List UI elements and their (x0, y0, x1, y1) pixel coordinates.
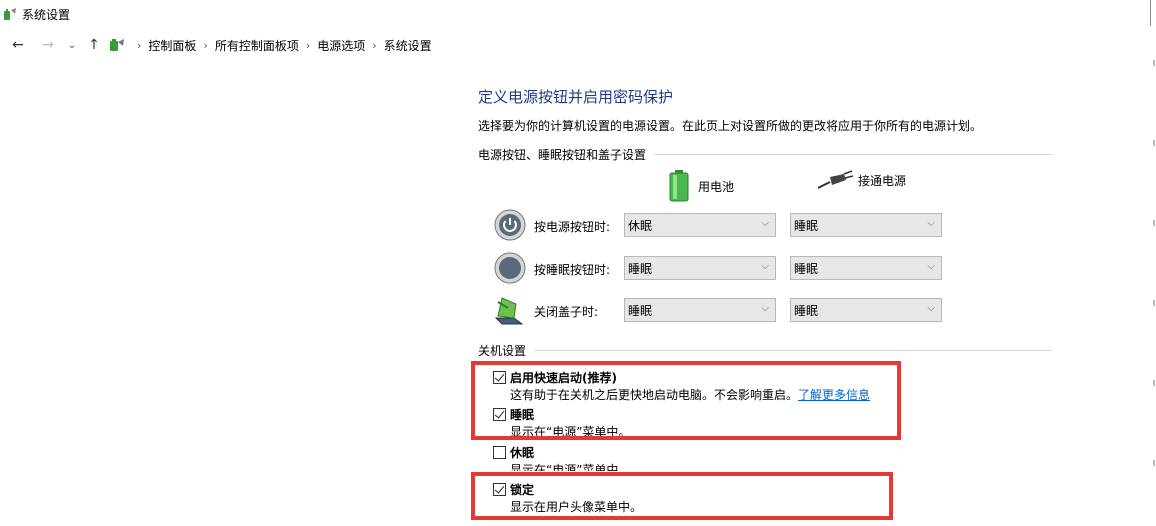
hibernate-label: 休眠 (510, 446, 535, 460)
sleep-button-plugged-value: 睡眠 (794, 261, 819, 276)
breadcrumb-system-settings[interactable]: 系统设置 (384, 37, 432, 54)
hibernate-checkbox[interactable] (493, 446, 506, 459)
scrollbar-track[interactable] (1152, 60, 1156, 526)
window-title: 系统设置 (22, 7, 71, 22)
lid-close-label: 关闭盖子时: (534, 305, 599, 319)
control-panel-icon (110, 39, 124, 51)
main-content: 定义电源按钮并启用密码保护 选择要为你的计算机设置的电源设置。在此页上对设置所做… (478, 60, 1078, 526)
power-button-battery-select[interactable]: 休眠 ⌵ (624, 213, 776, 237)
address-bar: ← → ⌄ ↑ › 控制面板 › 所有控制面板项 › 电源选项 › 系统设置 (0, 30, 1156, 60)
breadcrumb-separator: › (372, 38, 377, 52)
power-button-battery-value: 休眠 (628, 218, 653, 233)
buttons-group-title: 电源按钮、睡眠按钮和盖子设置 (478, 148, 647, 162)
breadcrumb-power-options[interactable]: 电源选项 (317, 37, 365, 54)
shutdown-group-title: 关机设置 (478, 344, 527, 358)
up-button[interactable]: ↑ (84, 35, 104, 55)
breadcrumb-separator: › (137, 38, 142, 52)
breadcrumb-control-panel[interactable]: 控制面板 (148, 37, 196, 54)
chevron-down-icon: ⌵ (927, 261, 935, 272)
lid-close-battery-select[interactable]: 睡眠 ⌵ (624, 298, 776, 322)
sleep-button-battery-value: 睡眠 (628, 261, 653, 276)
shutdown-group-header: 关机设置 (478, 342, 1052, 359)
laptop-lid-icon (494, 297, 524, 325)
sleep-button-row: 按睡眠按钮时: 睡眠 ⌵ 睡眠 ⌵ (494, 252, 964, 284)
lid-close-plugged-value: 睡眠 (794, 303, 819, 318)
breadcrumb-separator: › (203, 38, 208, 52)
page-description: 选择要为你的计算机设置的电源设置。在此页上对设置所做的更改将应用于你所有的电源计… (478, 119, 983, 133)
hibernate-option[interactable]: 休眠 (493, 444, 534, 461)
sleep-button-icon (494, 252, 526, 284)
highlight-box (471, 361, 901, 440)
power-plug-icon (818, 170, 854, 189)
plugged-column-header: 接通电源 (818, 170, 906, 190)
sleep-button-battery-select[interactable]: 睡眠 ⌵ (624, 256, 776, 280)
recent-locations-button[interactable]: ⌄ (62, 35, 82, 55)
page-title: 定义电源按钮并启用密码保护 (478, 88, 674, 106)
window-frame-edge (1150, 0, 1151, 26)
sleep-button-label: 按睡眠按钮时: (534, 263, 611, 277)
sleep-button-plugged-select[interactable]: 睡眠 ⌵ (790, 256, 942, 280)
power-options-icon (4, 8, 16, 20)
chevron-down-icon: ⌵ (761, 261, 769, 272)
title-bar: 系统设置 (0, 0, 1156, 28)
breadcrumb-separator: › (305, 38, 311, 52)
power-button-icon (494, 209, 526, 241)
battery-icon (669, 170, 689, 202)
battery-column-header: 用电池 (668, 170, 734, 202)
power-button-plugged-value: 睡眠 (794, 218, 819, 233)
chevron-down-icon: ⌵ (927, 218, 935, 229)
power-button-label: 按电源按钮时: (534, 220, 611, 234)
forward-button[interactable]: → (38, 35, 58, 55)
buttons-group-header: 电源按钮、睡眠按钮和盖子设置 (478, 146, 1052, 163)
highlight-box (471, 472, 893, 520)
breadcrumb: › 控制面板 › 所有控制面板项 › 电源选项 › 系统设置 (130, 30, 432, 60)
power-button-plugged-select[interactable]: 睡眠 ⌵ (790, 213, 942, 237)
power-button-row: 按电源按钮时: 休眠 ⌵ 睡眠 ⌵ (494, 209, 964, 241)
chevron-down-icon: ⌵ (761, 303, 769, 314)
lid-close-row: 关闭盖子时: 睡眠 ⌵ 睡眠 ⌵ (494, 294, 964, 326)
lid-close-battery-value: 睡眠 (628, 303, 653, 318)
chevron-down-icon: ⌵ (927, 303, 935, 314)
divider (654, 154, 1052, 155)
lid-close-plugged-select[interactable]: 睡眠 ⌵ (790, 298, 942, 322)
chevron-down-icon: ⌵ (761, 218, 769, 229)
divider (534, 350, 1052, 351)
hibernate-description: 显示在“电源”菜单中。 (510, 463, 631, 471)
breadcrumb-all-items[interactable]: 所有控制面板项 (215, 37, 299, 54)
back-button[interactable]: ← (8, 35, 28, 55)
battery-column-label: 用电池 (698, 179, 735, 194)
plugged-column-label: 接通电源 (858, 173, 907, 188)
